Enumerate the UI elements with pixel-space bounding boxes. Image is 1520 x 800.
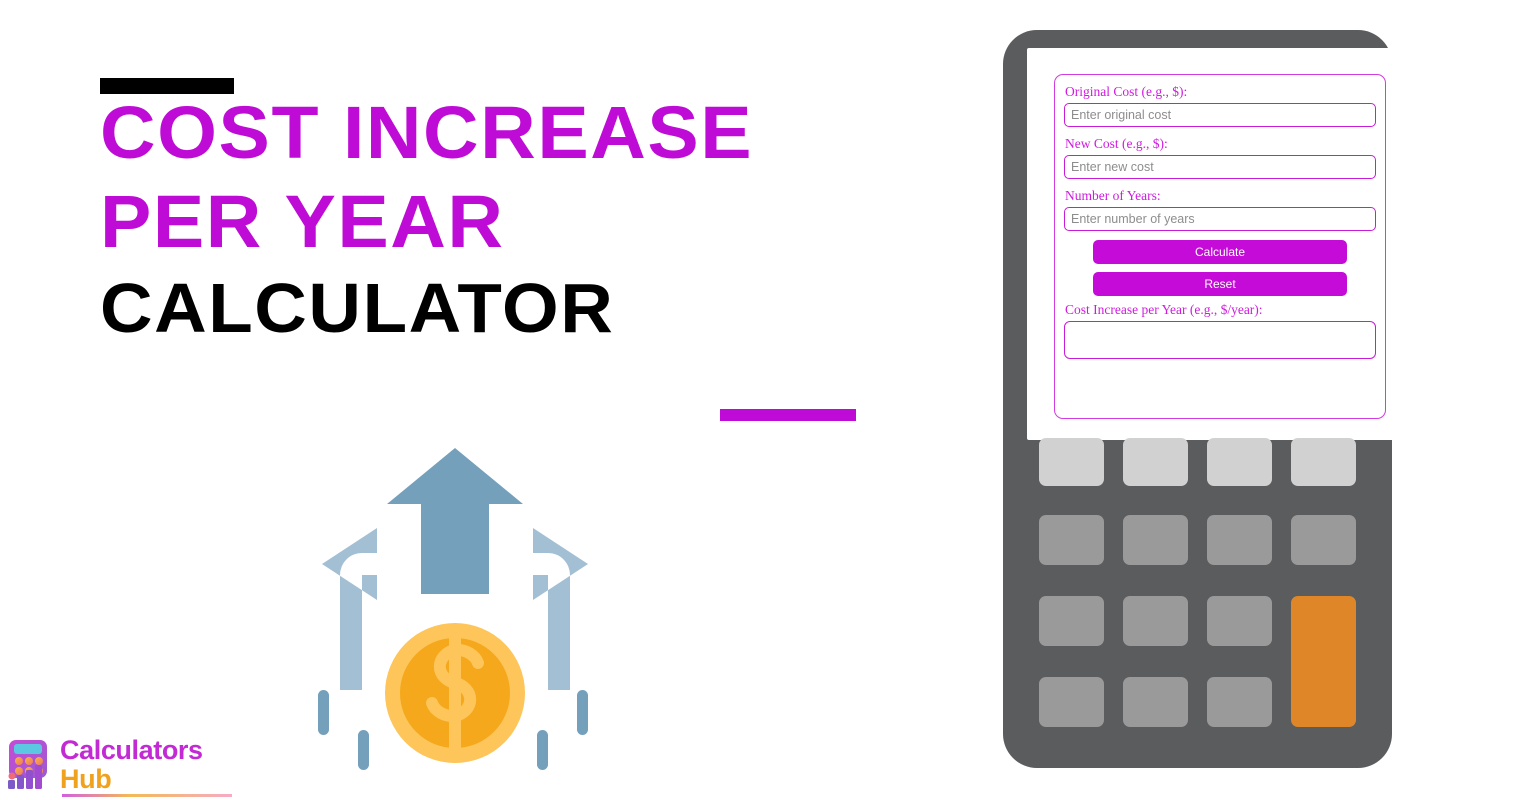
reset-button[interactable]: Reset	[1093, 272, 1347, 296]
calculator-screen: Original Cost (e.g., $): New Cost (e.g.,…	[1027, 48, 1402, 440]
page-title: Cost Increase Per Year Calculator	[100, 95, 900, 364]
tick-mark	[358, 730, 369, 770]
keypad-key-equals-accent[interactable]	[1291, 596, 1356, 727]
keypad-key-r1c1[interactable]	[1039, 438, 1104, 486]
page-title-line-2: Per Year	[100, 180, 505, 264]
calculate-button[interactable]: Calculate	[1093, 240, 1347, 264]
keypad-key-r1c2[interactable]	[1123, 438, 1188, 486]
result-label: Cost Increase per Year (e.g., $/year):	[1065, 302, 1263, 317]
arrow-left-shape	[322, 528, 377, 690]
cost-increase-form: Original Cost (e.g., $): New Cost (e.g.,…	[1054, 74, 1386, 419]
keypad-key-r2c3[interactable]	[1207, 515, 1272, 565]
calculator-bar-chart-icon	[6, 738, 56, 790]
result-output[interactable]	[1064, 321, 1376, 359]
original-cost-input[interactable]	[1064, 103, 1376, 127]
keypad-key-r3c1[interactable]	[1039, 596, 1104, 646]
keypad-key-r2c1[interactable]	[1039, 515, 1104, 565]
logo-underline	[62, 794, 232, 797]
logo-word-calculators: Calculators	[60, 735, 203, 765]
keypad-key-r1c4[interactable]	[1291, 438, 1356, 486]
tick-mark	[537, 730, 548, 770]
title-bottom-rule	[720, 409, 856, 421]
original-cost-label: Original Cost (e.g., $):	[1065, 84, 1188, 99]
tick-mark	[318, 690, 329, 735]
new-cost-label: New Cost (e.g., $):	[1065, 136, 1168, 151]
calculator-device: Original Cost (e.g., $): New Cost (e.g.,…	[1003, 30, 1402, 768]
keypad-key-r3c2[interactable]	[1123, 596, 1188, 646]
keypad-key-r4c3[interactable]	[1207, 677, 1272, 727]
keypad-key-r3c3[interactable]	[1207, 596, 1272, 646]
site-logo[interactable]: Calculators Hub	[6, 736, 236, 798]
calculator-keypad	[1039, 438, 1361, 738]
keypad-key-r2c4[interactable]	[1291, 515, 1356, 565]
logo-word-hub: Hub	[60, 764, 112, 794]
logo-wordmark: Calculators Hub	[60, 736, 203, 794]
cost-increase-illustration	[285, 440, 625, 780]
number-of-years-input[interactable]	[1064, 207, 1376, 231]
keypad-key-r4c2[interactable]	[1123, 677, 1188, 727]
new-cost-input[interactable]	[1064, 155, 1376, 179]
keypad-key-r1c3[interactable]	[1207, 438, 1272, 486]
page-title-line-3: Calculator	[100, 269, 615, 348]
tick-mark	[577, 690, 588, 735]
arrow-right-shape	[533, 528, 588, 690]
page-title-line-1: Cost Increase	[100, 91, 754, 174]
keypad-key-r4c1[interactable]	[1039, 677, 1104, 727]
keypad-key-r2c2[interactable]	[1123, 515, 1188, 565]
number-of-years-label: Number of Years:	[1065, 188, 1161, 203]
